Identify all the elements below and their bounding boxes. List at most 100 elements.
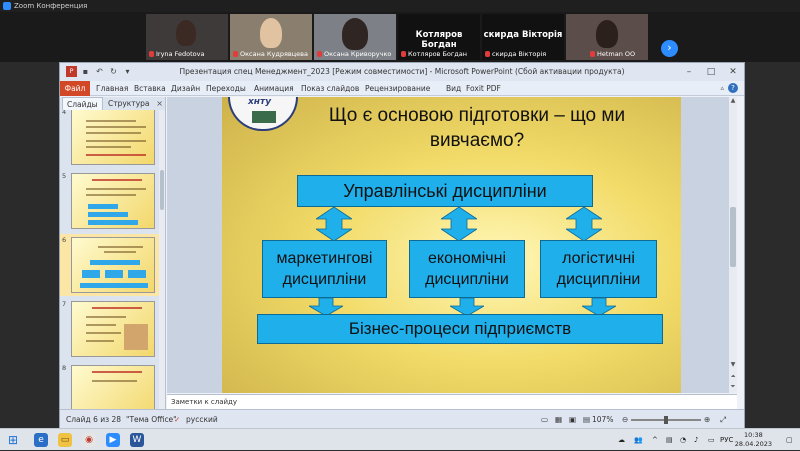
wifi-icon[interactable]: ◔ xyxy=(680,429,686,451)
tab-view[interactable]: Вид xyxy=(446,81,461,96)
clock-time: 10:38 xyxy=(744,431,763,439)
thumb-number: 8 xyxy=(62,364,67,372)
slide-thumbnail[interactable]: 4 xyxy=(60,110,160,168)
zoom-in-icon[interactable]: ⊕ xyxy=(704,410,710,430)
previous-slide-icon[interactable]: ⏶ xyxy=(729,373,737,381)
participant-tile[interactable]: Оксана Кудрявцева xyxy=(230,14,312,60)
participant-video xyxy=(176,20,196,46)
participant-video xyxy=(342,18,368,50)
next-slide-icon[interactable]: ⏷ xyxy=(729,383,737,391)
participant-tile[interactable]: скирда Вікторія скирда Вікторія xyxy=(482,14,564,60)
minimize-icon[interactable]: – xyxy=(678,63,700,81)
business-processes-box[interactable]: Бізнес-процеси підприємств xyxy=(257,314,663,344)
zoom-taskbar-icon[interactable]: ▶ xyxy=(106,433,120,447)
zoom-slider[interactable] xyxy=(631,416,701,424)
participant-tile[interactable]: Оксана Криворучко xyxy=(314,14,396,60)
chevron-up-icon[interactable]: ^ xyxy=(652,429,658,451)
normal-view-icon[interactable]: ▭ xyxy=(541,410,548,430)
slide-thumbnail[interactable]: 8 xyxy=(60,362,160,409)
help-icon[interactable]: ? xyxy=(728,83,738,93)
management-disciplines-box[interactable]: Управлінські дисципліни xyxy=(297,175,593,207)
logistics-disciplines-box[interactable]: логістичні дисципліни xyxy=(540,240,657,298)
notifications-icon[interactable]: ▢ xyxy=(786,429,793,451)
zoom-level[interactable]: 107% xyxy=(592,410,613,430)
tab-slides[interactable]: Слайды xyxy=(62,97,103,110)
battery-icon[interactable]: ▭ xyxy=(708,429,715,451)
clock-date: 28.04.2023 xyxy=(734,440,772,448)
muted-mic-icon xyxy=(485,51,490,57)
tab-design[interactable]: Дизайн xyxy=(171,81,200,96)
fit-to-window-icon[interactable]: ⤢ xyxy=(720,410,726,430)
start-icon[interactable]: ⊞ xyxy=(6,433,20,447)
participant-name: Оксана Криворучко xyxy=(324,50,392,58)
slide-scrollbar[interactable]: ▲ ▼ ⏶ ⏷ xyxy=(729,97,737,393)
economic-disciplines-box[interactable]: економічні дисципліни xyxy=(409,240,525,298)
close-panel-icon[interactable]: × xyxy=(156,97,163,110)
spellcheck-icon[interactable]: ✓ xyxy=(174,410,180,430)
participant-tile[interactable]: Hetman OO xyxy=(566,14,648,60)
participant-tile[interactable]: Iryna Fedotova xyxy=(146,14,228,60)
double-arrow-icon xyxy=(316,207,352,241)
thumb-number: 5 xyxy=(62,172,67,180)
printer-icon[interactable]: ▤ xyxy=(666,429,673,451)
participant-name: Котляров Богдан xyxy=(408,50,468,58)
slide-thumbnail[interactable]: 5 xyxy=(60,170,160,232)
muted-mic-icon xyxy=(401,51,406,57)
reading-view-icon[interactable]: ▣ xyxy=(569,410,576,430)
close-icon[interactable]: ✕ xyxy=(722,63,744,81)
tab-home[interactable]: Главная xyxy=(96,81,128,96)
people-icon[interactable]: 👥 xyxy=(634,429,643,451)
edge-icon[interactable]: e xyxy=(34,433,48,447)
slide-sorter-icon[interactable]: ▦ xyxy=(555,410,562,430)
muted-mic-icon xyxy=(149,51,154,57)
tab-review[interactable]: Рецензирование xyxy=(365,81,430,96)
double-arrow-icon xyxy=(566,207,602,241)
slide-thumbnail-selected[interactable]: 6 xyxy=(60,234,160,296)
chrome-icon[interactable]: ◉ xyxy=(82,433,96,447)
zoom-window-title: Zoom Конференция xyxy=(14,2,88,10)
tab-transitions[interactable]: Переходы xyxy=(206,81,246,96)
status-bar: Слайд 6 из 28 "Тема Office" ✓ русский ▭ … xyxy=(60,409,744,429)
participant-tile[interactable]: Котляров Богдан Котляров Богдан xyxy=(398,14,480,60)
tab-slideshow[interactable]: Показ слайдов xyxy=(301,81,359,96)
scroll-down-icon[interactable]: ▼ xyxy=(729,361,737,369)
participant-video xyxy=(260,18,282,48)
tab-file[interactable]: Файл xyxy=(60,81,90,96)
input-language[interactable]: РУС xyxy=(720,429,733,451)
slideshow-icon[interactable]: ▤ xyxy=(583,410,590,430)
cloud-icon[interactable]: ☁ xyxy=(618,429,625,451)
language-indicator[interactable]: русский xyxy=(186,410,218,430)
marketing-disciplines-box[interactable]: маркетингові дисципліни xyxy=(262,240,387,298)
zoom-title-bar: Zoom Конференция xyxy=(0,0,800,12)
double-arrow-icon xyxy=(441,207,477,241)
participant-name: Оксана Кудрявцева xyxy=(240,50,308,58)
powerpoint-window: P ▪ ↶ ↻ ▾ Презентация спец Менеджмент_20… xyxy=(59,62,745,429)
system-clock[interactable]: 10:38 28.04.2023 xyxy=(735,431,772,449)
maximize-icon[interactable]: □ xyxy=(700,63,722,81)
collapse-ribbon-icon[interactable]: ▵ xyxy=(720,81,724,96)
zoom-logo-icon xyxy=(3,2,11,10)
chevron-right-icon[interactable]: › xyxy=(661,40,678,57)
muted-mic-icon xyxy=(317,51,322,57)
participant-video xyxy=(596,20,618,48)
tab-animation[interactable]: Анимация xyxy=(254,81,294,96)
file-explorer-icon[interactable]: ▭ xyxy=(58,433,72,447)
muted-mic-icon xyxy=(590,51,595,57)
word-icon[interactable]: W xyxy=(130,433,144,447)
tab-outline[interactable]: Структура xyxy=(104,97,154,110)
current-slide[interactable]: хнту Що є основою підготовки – що ми вив… xyxy=(222,97,681,393)
thumb-number: 7 xyxy=(62,300,67,308)
notes-pane[interactable]: Заметки к слайду xyxy=(167,394,737,409)
scroll-up-icon[interactable]: ▲ xyxy=(729,97,737,105)
slide-counter: Слайд 6 из 28 xyxy=(66,415,122,424)
window-title: Презентация спец Менеджмент_2023 [Режим … xyxy=(179,67,625,76)
slide-title[interactable]: Що є основою підготовки – що ми вивчаємо… xyxy=(307,103,647,153)
tab-foxit-pdf[interactable]: Foxit PDF xyxy=(466,81,501,96)
panel-scrollbar[interactable] xyxy=(159,110,165,409)
tab-insert[interactable]: Вставка xyxy=(134,81,166,96)
speaker-icon[interactable]: ♪ xyxy=(694,429,698,451)
zoom-out-icon[interactable]: ⊖ xyxy=(622,410,628,430)
participant-name: Iryna Fedotova xyxy=(156,50,205,58)
university-logo: хнту xyxy=(228,97,298,131)
slide-thumbnail[interactable]: 7 xyxy=(60,298,160,360)
